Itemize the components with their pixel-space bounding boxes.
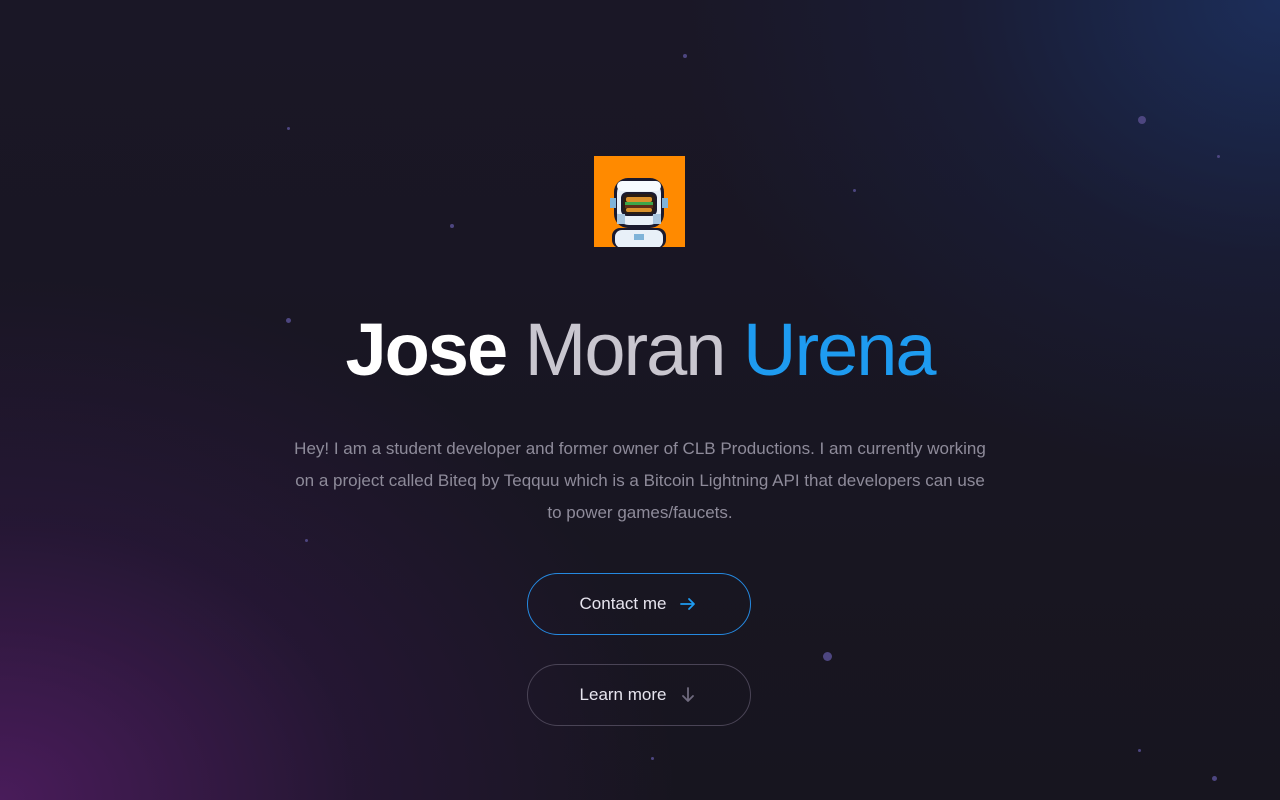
contact-button[interactable]: Contact me (527, 573, 751, 635)
hero-description: Hey! I am a student developer and former… (294, 439, 986, 522)
arrow-right-icon (678, 594, 698, 614)
hero-section: Jose Moran Urena Hey! I am a student dev… (0, 0, 1280, 800)
title-first-name: Jose (345, 308, 508, 391)
arrow-down-icon (678, 685, 698, 705)
astronaut-avatar-icon (610, 178, 668, 247)
avatar (594, 156, 685, 247)
contact-button-label: Contact me (579, 594, 667, 613)
title-middle-name: Moran (524, 308, 727, 391)
learn-more-button[interactable]: Learn more (527, 664, 751, 726)
title-last-name: Urena (743, 308, 937, 391)
learn-more-button-label: Learn more (579, 685, 667, 704)
page-title: Jose Moran Urena (0, 300, 1280, 400)
